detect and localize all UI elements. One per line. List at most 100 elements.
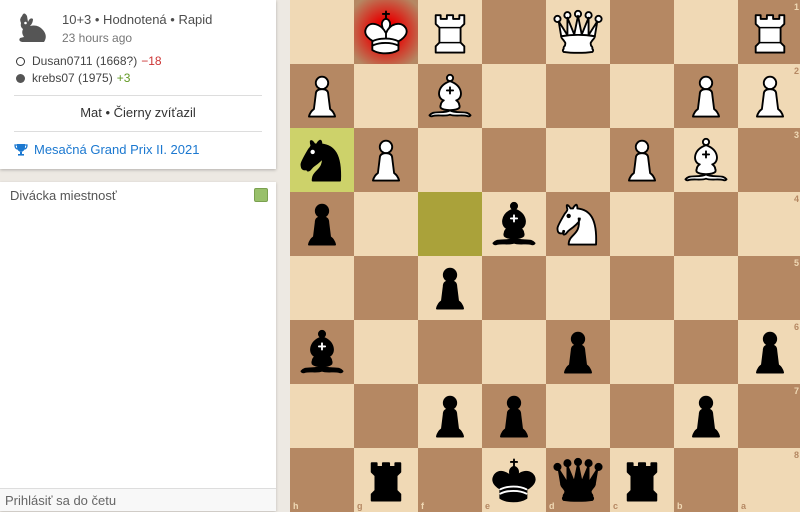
square-f4[interactable] [418, 192, 482, 256]
square-b3[interactable] [674, 128, 738, 192]
square-a7[interactable]: 7 [738, 384, 800, 448]
square-d1[interactable] [546, 0, 610, 64]
square-f1[interactable] [418, 0, 482, 64]
square-g6[interactable] [354, 320, 418, 384]
square-g5[interactable] [354, 256, 418, 320]
square-d2[interactable] [546, 64, 610, 128]
square-d6[interactable] [546, 320, 610, 384]
white-king-icon[interactable] [358, 4, 414, 60]
square-e2[interactable] [482, 64, 546, 128]
black-pawn-icon[interactable] [422, 260, 478, 316]
square-d7[interactable] [546, 384, 610, 448]
square-b8[interactable]: b [674, 448, 738, 512]
square-f6[interactable] [418, 320, 482, 384]
square-c5[interactable] [610, 256, 674, 320]
black-king-icon[interactable] [486, 452, 542, 508]
black-queen-icon[interactable] [550, 452, 606, 508]
square-h5[interactable] [290, 256, 354, 320]
black-pawn-icon[interactable] [550, 324, 606, 380]
square-d8[interactable]: d [546, 448, 610, 512]
square-h7[interactable] [290, 384, 354, 448]
square-a1[interactable]: 1 [738, 0, 800, 64]
square-h4[interactable] [290, 192, 354, 256]
square-c1[interactable] [610, 0, 674, 64]
square-b2[interactable] [674, 64, 738, 128]
square-e8[interactable]: e [482, 448, 546, 512]
square-f8[interactable]: f [418, 448, 482, 512]
white-rook-icon[interactable] [422, 4, 478, 60]
square-e3[interactable] [482, 128, 546, 192]
white-rook-icon[interactable] [742, 4, 798, 60]
square-h6[interactable] [290, 320, 354, 384]
white-knight-icon[interactable] [550, 196, 606, 252]
square-e4[interactable] [482, 192, 546, 256]
square-b5[interactable] [674, 256, 738, 320]
square-a3[interactable]: 3 [738, 128, 800, 192]
square-d3[interactable] [546, 128, 610, 192]
white-pawn-icon[interactable] [294, 68, 350, 124]
square-g8[interactable]: g [354, 448, 418, 512]
white-pawn-icon[interactable] [358, 132, 414, 188]
black-pawn-icon[interactable] [294, 196, 350, 252]
square-e5[interactable] [482, 256, 546, 320]
black-knight-icon[interactable] [294, 132, 350, 188]
square-f2[interactable] [418, 64, 482, 128]
black-pawn-icon[interactable] [678, 388, 734, 444]
black-rook-icon[interactable] [358, 452, 414, 508]
square-e1[interactable] [482, 0, 546, 64]
black-bishop-icon[interactable] [294, 324, 350, 380]
square-f5[interactable] [418, 256, 482, 320]
square-b7[interactable] [674, 384, 738, 448]
square-d5[interactable] [546, 256, 610, 320]
square-b6[interactable] [674, 320, 738, 384]
white-queen-icon[interactable] [550, 4, 606, 60]
square-c7[interactable] [610, 384, 674, 448]
square-h3[interactable] [290, 128, 354, 192]
square-h1[interactable] [290, 0, 354, 64]
square-g3[interactable] [354, 128, 418, 192]
white-pawn-icon[interactable] [614, 132, 670, 188]
square-h2[interactable] [290, 64, 354, 128]
square-e7[interactable] [482, 384, 546, 448]
square-g7[interactable] [354, 384, 418, 448]
white-player-link[interactable]: Dusan0711 (1668?) [32, 54, 137, 68]
white-pawn-icon[interactable] [742, 68, 798, 124]
file-label: h [293, 501, 299, 511]
divider [14, 131, 262, 132]
tournament-name: Mesačná Grand Prix II. 2021 [34, 142, 200, 157]
square-b4[interactable] [674, 192, 738, 256]
square-a5[interactable]: 5 [738, 256, 800, 320]
tournament-link[interactable]: Mesačná Grand Prix II. 2021 [14, 142, 199, 157]
square-b1[interactable] [674, 0, 738, 64]
square-f7[interactable] [418, 384, 482, 448]
square-c3[interactable] [610, 128, 674, 192]
white-bishop-icon[interactable] [678, 132, 734, 188]
white-pawn-icon[interactable] [678, 68, 734, 124]
black-bishop-icon[interactable] [486, 196, 542, 252]
square-e6[interactable] [482, 320, 546, 384]
white-bishop-icon[interactable] [422, 68, 478, 124]
square-d4[interactable] [546, 192, 610, 256]
chat-toggle-checkbox[interactable] [254, 188, 268, 202]
square-a6[interactable]: 6 [738, 320, 800, 384]
square-c2[interactable] [610, 64, 674, 128]
black-pawn-icon[interactable] [486, 388, 542, 444]
square-g4[interactable] [354, 192, 418, 256]
black-player-link[interactable]: krebs07 (1975) [32, 71, 113, 85]
square-a2[interactable]: 2 [738, 64, 800, 128]
square-a4[interactable]: 4 [738, 192, 800, 256]
square-h8[interactable]: h [290, 448, 354, 512]
square-c4[interactable] [610, 192, 674, 256]
black-pawn-icon[interactable] [422, 388, 478, 444]
file-label: c [613, 501, 619, 511]
square-g1[interactable] [354, 0, 418, 64]
black-pawn-icon[interactable] [742, 324, 798, 380]
chess-board[interactable]: 1234567 h gfedc b8a [290, 0, 800, 512]
square-a8[interactable]: 8a [738, 448, 800, 512]
square-f3[interactable] [418, 128, 482, 192]
square-g2[interactable] [354, 64, 418, 128]
black-rook-icon[interactable] [614, 452, 670, 508]
chat-login-input[interactable]: Prihlásiť sa do četu [0, 488, 276, 511]
square-c8[interactable]: c [610, 448, 674, 512]
square-c6[interactable] [610, 320, 674, 384]
